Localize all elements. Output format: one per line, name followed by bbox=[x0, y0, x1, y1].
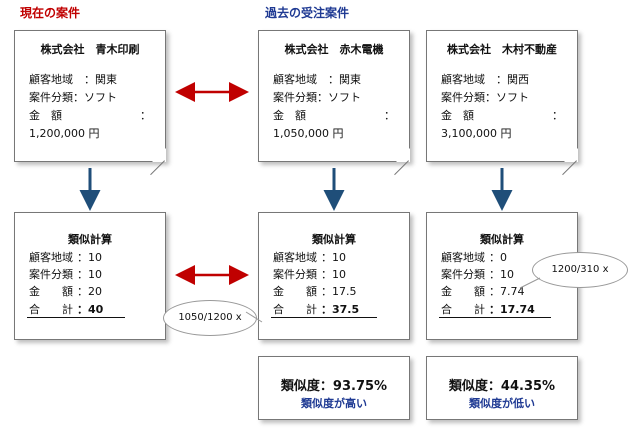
bubble-tail-2 bbox=[519, 277, 541, 289]
connector-arrows bbox=[79, 82, 541, 323]
bubble-tail-1 bbox=[245, 311, 263, 323]
